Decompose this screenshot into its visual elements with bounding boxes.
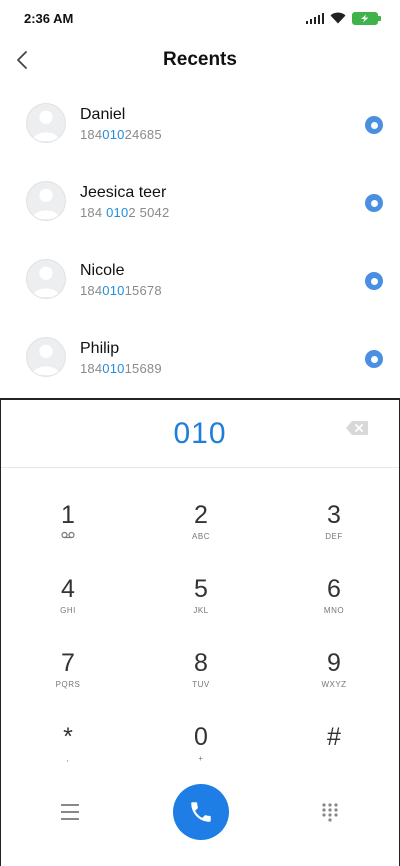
- key-digit: 1: [61, 501, 75, 529]
- contact-number: 18401024685: [80, 126, 162, 142]
- contact-info-button[interactable]: [365, 350, 383, 368]
- key-9[interactable]: 9 WXYZ: [284, 648, 384, 708]
- phone-icon: [191, 802, 211, 822]
- dialer-panel: 010 1 2 ABC 3 DEF 4 GHI 5 JKL 6 MNO 7 PQ…: [0, 398, 400, 866]
- backspace-button[interactable]: [345, 420, 369, 436]
- key-letters: WXYZ: [321, 680, 347, 689]
- key-letters: ,: [66, 754, 70, 763]
- contact-number: 18401015678: [80, 282, 162, 298]
- key-letters: PQRS: [55, 680, 81, 689]
- page-title: Recents: [163, 49, 237, 70]
- contact-row[interactable]: Philip 18401015689: [0, 318, 400, 396]
- key-digit: 2: [194, 501, 208, 529]
- key-1[interactable]: 1: [18, 500, 118, 560]
- key-digit: 4: [61, 575, 75, 603]
- dialed-number: 010: [173, 416, 227, 450]
- key-5[interactable]: 5 JKL: [151, 574, 251, 634]
- key-digit: *: [63, 723, 73, 751]
- key-digit: 6: [327, 575, 341, 603]
- avatar-icon: [26, 181, 66, 221]
- key-8[interactable]: 8 TUV: [151, 648, 251, 708]
- dialer-bottom-bar: [1, 784, 399, 844]
- status-icons: [305, 11, 381, 25]
- contact-name: Jeesica teer: [80, 183, 167, 201]
- key-letters: +: [198, 754, 204, 763]
- key-6[interactable]: 6 MNO: [284, 574, 384, 634]
- key-letters: GHI: [60, 606, 76, 615]
- key-letters: MNO: [323, 606, 345, 615]
- call-button[interactable]: [173, 784, 229, 840]
- key-digit: 8: [194, 649, 208, 677]
- contact-text: Philip 18401015689: [80, 339, 162, 376]
- contact-text: Jeesica teer 184 0102 5042: [80, 183, 169, 220]
- key-3[interactable]: 3 DEF: [284, 500, 384, 560]
- status-bar: 2:36 AM: [0, 0, 400, 36]
- status-time: 2:36 AM: [24, 10, 74, 26]
- contact-name: Daniel: [80, 105, 126, 123]
- contact-number: 18401015689: [80, 360, 162, 376]
- key-0[interactable]: 0 +: [151, 722, 251, 782]
- contact-info-button[interactable]: [365, 194, 383, 212]
- avatar-icon: [26, 337, 66, 377]
- contact-info-button[interactable]: [365, 272, 383, 290]
- key-7[interactable]: 7 PQRS: [18, 648, 118, 708]
- key-2[interactable]: 2 ABC: [151, 500, 251, 560]
- key-digit: 7: [61, 649, 75, 677]
- key-letters: JKL: [193, 606, 209, 615]
- key-digit: 5: [194, 575, 208, 603]
- keypad-icon[interactable]: [321, 802, 339, 822]
- key-hash[interactable]: #: [284, 722, 384, 782]
- voicemail-icon: [61, 531, 75, 539]
- contact-text: Nicole 18401015678: [80, 261, 162, 298]
- contact-number: 184 0102 5042: [80, 204, 170, 220]
- key-star[interactable]: * ,: [18, 722, 118, 782]
- key-letters: TUV: [192, 680, 210, 689]
- contact-row[interactable]: Daniel 18401024685: [0, 84, 400, 162]
- key-digit: 0: [194, 723, 208, 751]
- key-digit: 3: [327, 501, 341, 529]
- key-digit: 9: [327, 649, 341, 677]
- battery-charging-icon: [352, 11, 381, 25]
- avatar-icon: [26, 103, 66, 143]
- key-letters: DEF: [325, 532, 343, 541]
- contact-row[interactable]: Nicole 18401015678: [0, 240, 400, 318]
- back-button[interactable]: [10, 46, 34, 74]
- key-4[interactable]: 4 GHI: [18, 574, 118, 634]
- contact-name: Philip: [80, 339, 120, 357]
- contact-row[interactable]: Jeesica teer 184 0102 5042: [0, 162, 400, 240]
- signal-icon: [305, 12, 324, 24]
- key-digit: #: [327, 723, 341, 751]
- menu-icon[interactable]: [61, 804, 79, 820]
- contact-name: Nicole: [80, 261, 125, 279]
- header: Recents: [0, 36, 400, 84]
- avatar-icon: [26, 259, 66, 299]
- wifi-icon: [330, 12, 346, 24]
- chevron-left-icon: [17, 51, 27, 69]
- recents-list: Daniel 18401024685 Jeesica teer 184 0102…: [0, 84, 400, 396]
- backspace-icon: [346, 421, 368, 435]
- contact-info-button[interactable]: [365, 116, 383, 134]
- dial-display: 010: [1, 400, 399, 468]
- key-letters: ABC: [192, 532, 210, 541]
- contact-text: Daniel 18401024685: [80, 105, 162, 142]
